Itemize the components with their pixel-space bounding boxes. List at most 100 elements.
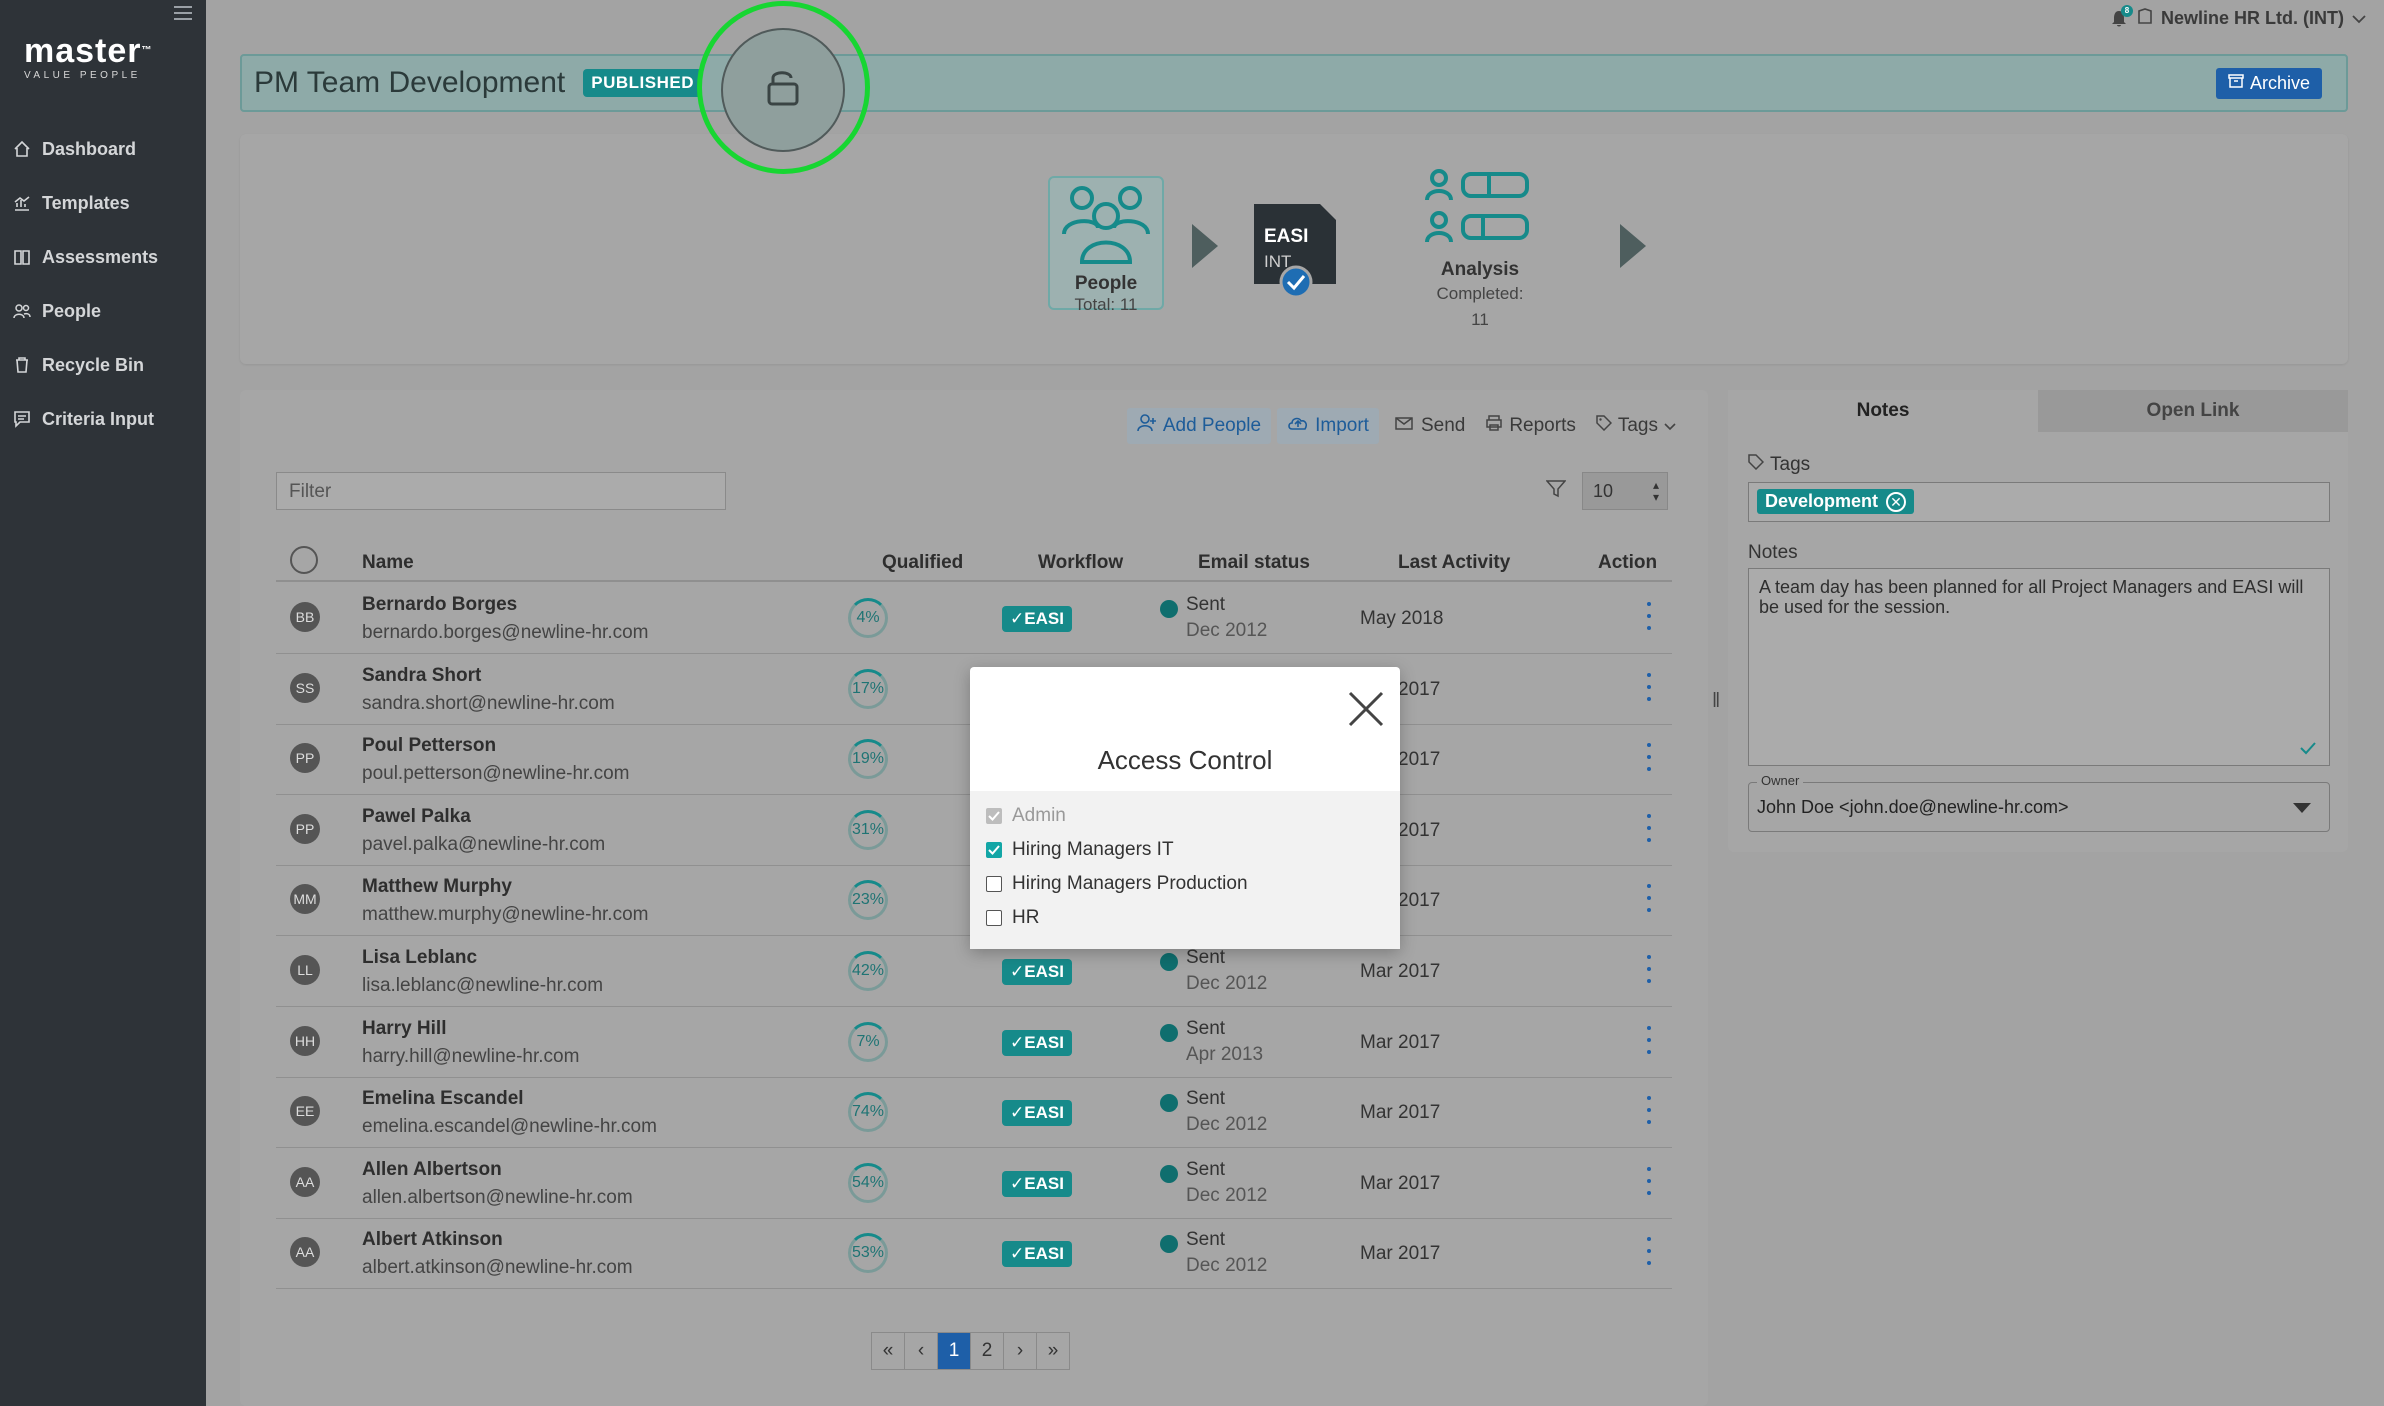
row-actions-icon[interactable] [1646, 1096, 1652, 1125]
next-page-button[interactable]: › [1003, 1332, 1037, 1370]
person-name[interactable]: Albert Atkinson [362, 1229, 503, 1251]
sidebar-item-label: Criteria Input [42, 408, 155, 429]
access-option[interactable]: HR [970, 901, 1400, 935]
owner-select[interactable]: Owner John Doe <john.doe@newline-hr.com> [1748, 773, 2330, 832]
table-row[interactable]: HH Harry Hill harry.hill@newline-hr.com … [276, 1008, 1672, 1078]
col-qualified[interactable]: Qualified [882, 552, 963, 574]
first-page-button[interactable]: « [871, 1332, 905, 1370]
access-option[interactable]: Hiring Managers IT [970, 833, 1400, 867]
person-name[interactable]: Bernardo Borges [362, 594, 517, 616]
tags-input[interactable]: Development ✕ [1748, 482, 2330, 522]
person-name[interactable]: Lisa Leblanc [362, 947, 477, 969]
workflow-badge[interactable]: ✓EASI [1002, 1100, 1072, 1127]
add-people-button[interactable]: Add People [1126, 408, 1272, 444]
email-status-date: Apr 2013 [1186, 1043, 1264, 1065]
sidebar-item-people[interactable]: People [0, 284, 206, 338]
person-name[interactable]: Poul Petterson [362, 735, 496, 757]
row-actions-icon[interactable] [1646, 602, 1652, 630]
workflow-badge[interactable]: ✓EASI [1002, 1170, 1072, 1197]
person-email: pavel.palka@newline-hr.com [362, 833, 606, 855]
sidebar-item-label: Templates [42, 192, 130, 213]
checkbox[interactable] [986, 842, 1002, 858]
sidebar-item-dashboard[interactable]: Dashboard [0, 122, 206, 176]
tags-dropdown[interactable]: Tags [1586, 408, 1686, 444]
avatar: AA [290, 1237, 320, 1268]
table-row[interactable]: AA Allen Albertson allen.albertson@newli… [276, 1149, 1672, 1219]
workflow-badge[interactable]: ✓EASI [1002, 606, 1072, 632]
sidebar-item-recycle-bin[interactable]: Recycle Bin [0, 338, 206, 392]
email-status: Sent [1186, 1158, 1226, 1180]
panel-splitter[interactable]: ‖ [1712, 690, 1720, 713]
row-actions-icon[interactable] [1646, 1166, 1652, 1195]
tab-open-link[interactable]: Open Link [2038, 390, 2348, 432]
page-2-button[interactable]: 2 [970, 1332, 1004, 1370]
table-row[interactable]: EE Emelina Escandel emelina.escandel@new… [276, 1078, 1672, 1149]
col-last-activity[interactable]: Last Activity [1398, 552, 1510, 574]
person-name[interactable]: Emelina Escandel [362, 1088, 524, 1110]
person-name[interactable]: Sandra Short [362, 665, 481, 687]
filter-icon[interactable] [1545, 480, 1567, 503]
row-actions-icon[interactable] [1646, 672, 1652, 701]
menu-toggle-icon[interactable] [174, 6, 192, 20]
account-menu[interactable]: 8 Newline HR Ltd. (INT) [2109, 4, 2366, 29]
tab-notes[interactable]: Notes [1728, 390, 2038, 432]
workflow-analysis-step[interactable]: Analysis Completed: 11 [1420, 168, 1540, 333]
workflow-people-step[interactable]: People Total: 11 [1048, 176, 1164, 314]
sidebar-item-criteria-input[interactable]: Criteria Input [0, 392, 206, 446]
table-row[interactable]: BB Bernardo Borges bernardo.borges@newli… [276, 584, 1672, 654]
archive-button[interactable]: Archive [2215, 68, 2322, 99]
person-name[interactable]: Harry Hill [362, 1018, 446, 1040]
email-status-date: Dec 2012 [1186, 973, 1268, 994]
notes-heading: Notes [1748, 542, 1798, 563]
import-button[interactable]: Import [1277, 408, 1379, 444]
row-actions-icon[interactable] [1646, 743, 1652, 772]
send-button[interactable]: Send [1385, 408, 1475, 444]
col-workflow[interactable]: Workflow [1038, 552, 1123, 574]
print-icon [1485, 415, 1503, 437]
status-dot [1160, 1235, 1178, 1254]
access-option[interactable]: Hiring Managers Production [970, 867, 1400, 901]
sidebar-item-label: Recycle Bin [42, 354, 145, 375]
cloud-upload-icon [1287, 415, 1309, 437]
workflow-badge[interactable]: ✓EASI [1002, 1029, 1072, 1056]
tag-chip: Development ✕ [1757, 489, 1915, 514]
reports-button[interactable]: Reports [1475, 408, 1586, 444]
qualified-ring: 7% [848, 1021, 888, 1062]
person-name[interactable]: Matthew Murphy [362, 876, 512, 898]
bell-icon[interactable]: 8 [2109, 4, 2133, 29]
workflow-badge[interactable]: ✓EASI [1002, 1241, 1072, 1268]
person-name[interactable]: Pawel Palka [362, 806, 471, 828]
table-row[interactable]: AA Albert Atkinson albert.atkinson@newli… [276, 1219, 1672, 1290]
page-size-select[interactable]: 10 ▴ ▾ [1582, 472, 1668, 510]
last-page-button[interactable]: » [1036, 1332, 1070, 1370]
sidebar: master™ VALUE PEOPLE Dashboard Templates… [0, 0, 206, 1406]
prev-page-button[interactable]: ‹ [904, 1332, 938, 1370]
import-label: Import [1315, 415, 1369, 436]
pagination: « ‹ 1 2 › » [871, 1332, 1070, 1370]
brand-logo[interactable]: master™ VALUE PEOPLE [24, 34, 153, 81]
select-all-checkbox[interactable] [290, 546, 318, 574]
chart-icon [12, 193, 32, 213]
row-actions-icon[interactable] [1646, 884, 1652, 913]
person-name[interactable]: Allen Albertson [362, 1159, 502, 1181]
notes-textarea[interactable]: A team day has been planned for all Proj… [1748, 568, 2330, 766]
sidebar-item-templates[interactable]: Templates [0, 176, 206, 230]
row-actions-icon[interactable] [1646, 1237, 1652, 1266]
avatar: BB [290, 602, 320, 632]
close-icon[interactable] [1346, 689, 1386, 729]
row-actions-icon[interactable] [1646, 1025, 1652, 1054]
checkbox[interactable] [986, 910, 1002, 926]
remove-tag-icon[interactable]: ✕ [1886, 491, 1907, 512]
col-email-status[interactable]: Email status [1198, 552, 1310, 574]
notes-text: A team day has been planned for all Proj… [1759, 577, 2304, 617]
checkbox[interactable] [986, 876, 1002, 892]
workflow-badge[interactable]: ✓EASI [1002, 959, 1072, 985]
row-actions-icon[interactable] [1646, 955, 1652, 983]
person-email: bernardo.borges@newline-hr.com [362, 622, 649, 643]
page-1-button[interactable]: 1 [937, 1332, 971, 1370]
caret-down-icon [2293, 803, 2311, 813]
row-actions-icon[interactable] [1646, 813, 1652, 842]
col-name[interactable]: Name [362, 552, 414, 574]
filter-input[interactable]: Filter [276, 472, 726, 510]
sidebar-item-assessments[interactable]: Assessments [0, 230, 206, 284]
